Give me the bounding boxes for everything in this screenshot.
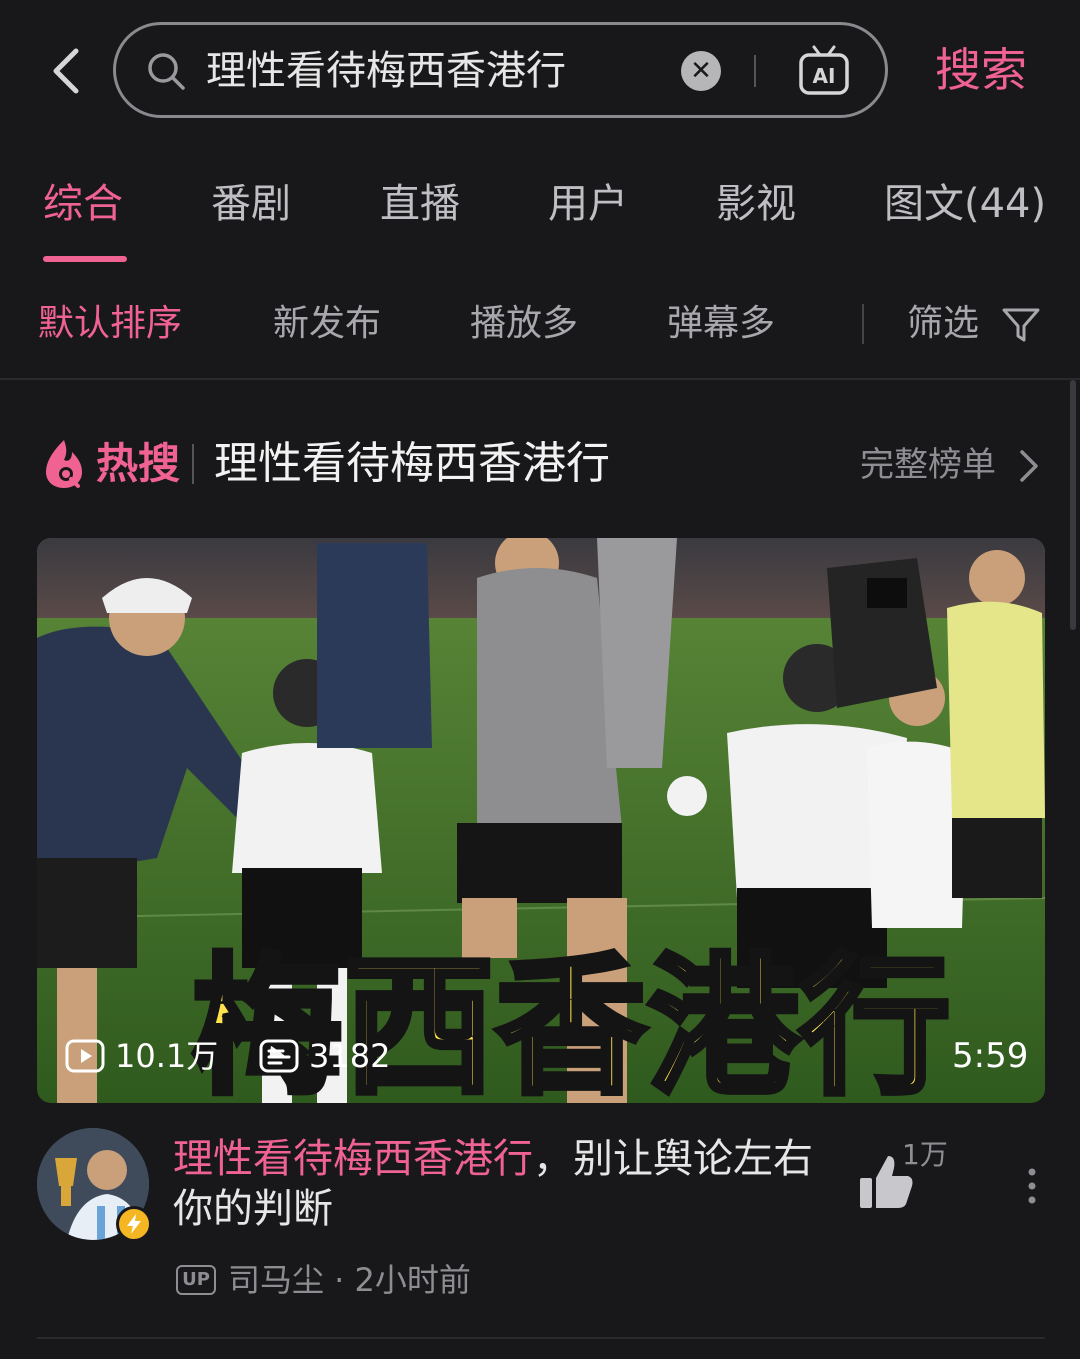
- scrollbar[interactable]: [1070, 380, 1076, 630]
- view-count-value: 10.1万: [115, 1037, 219, 1075]
- sort-most-played[interactable]: 播放多: [470, 300, 578, 348]
- search-icon: [148, 53, 185, 90]
- tab-all[interactable]: 综合: [43, 178, 123, 230]
- search-input[interactable]: 理性看待梅西香港行: [206, 45, 566, 97]
- video-title[interactable]: 理性看待梅西香港行，别让舆论左右你的判断: [173, 1134, 833, 1234]
- clear-search-button[interactable]: ✕: [681, 51, 721, 91]
- view-count: 10.1万: [65, 1036, 218, 1076]
- tab-users[interactable]: 用户: [548, 178, 628, 230]
- tab-film[interactable]: 影视: [716, 178, 796, 230]
- author-name-time: 司马尘 · 2小时前: [228, 1261, 471, 1299]
- hot-search-label: 热搜: [96, 439, 181, 488]
- lightning-badge-icon: [116, 1206, 152, 1242]
- thumbnail-title: 梅西香港行: [189, 941, 953, 1103]
- ai-tv-icon: AI: [799, 45, 849, 95]
- tab-bangumi[interactable]: 番剧: [211, 178, 291, 230]
- search-divider: [754, 55, 756, 87]
- video-thumbnail[interactable]: 梅西香港行 10.1万 3182 5:59: [37, 538, 1045, 1103]
- full-list-link[interactable]: 完整榜单: [860, 442, 996, 488]
- tab-live[interactable]: 直播: [380, 178, 460, 230]
- search-submit-button[interactable]: 搜索: [935, 40, 1027, 100]
- hot-search-row[interactable]: 热搜 理性看待梅西香港行 完整榜单: [0, 430, 1080, 500]
- play-count-icon: [65, 1039, 105, 1073]
- danmaku-count-value: 3182: [309, 1037, 391, 1075]
- svg-text:AI: AI: [813, 64, 836, 88]
- hot-divider: [192, 444, 194, 484]
- author-meta[interactable]: UP 司马尘 · 2小时前: [176, 1258, 471, 1302]
- ai-search-button[interactable]: AI: [796, 43, 852, 99]
- like-count: 1万: [902, 1138, 948, 1171]
- tab-articles[interactable]: 图文(44): [884, 178, 1046, 230]
- sort-bar: 默认排序 新发布 播放多 弹幕多 筛选: [0, 290, 1080, 360]
- active-tab-indicator: [43, 256, 127, 262]
- section-divider: [0, 378, 1080, 380]
- sort-most-danmaku[interactable]: 弹幕多: [667, 300, 775, 348]
- sort-newest[interactable]: 新发布: [273, 300, 381, 348]
- filter-icon[interactable]: [1000, 304, 1042, 346]
- chevron-right-icon[interactable]: [1016, 448, 1042, 484]
- result-tabs: 综合 番剧 直播 用户 影视 图文(44): [0, 170, 1080, 270]
- sort-divider: [862, 304, 864, 344]
- up-badge: UP: [176, 1265, 216, 1295]
- danmaku-count: 3182: [259, 1036, 390, 1076]
- filter-button[interactable]: 筛选: [907, 300, 979, 348]
- search-header: 理性看待梅西香港行 ✕ AI 搜索: [0, 0, 1080, 140]
- sort-default[interactable]: 默认排序: [38, 300, 182, 348]
- card-divider: [37, 1337, 1045, 1339]
- search-box[interactable]: 理性看待梅西香港行 ✕ AI: [113, 22, 888, 118]
- video-title-highlight: 理性看待梅西香港行: [173, 1136, 533, 1182]
- video-duration: 5:59: [952, 1036, 1029, 1076]
- danmaku-icon: [259, 1039, 299, 1073]
- flame-search-icon: [46, 440, 82, 488]
- hot-search-title[interactable]: 理性看待梅西香港行: [214, 436, 610, 492]
- more-options-icon[interactable]: [1024, 1166, 1040, 1206]
- close-icon: ✕: [690, 56, 712, 86]
- chevron-left-icon: [53, 48, 79, 94]
- back-button[interactable]: [40, 44, 90, 98]
